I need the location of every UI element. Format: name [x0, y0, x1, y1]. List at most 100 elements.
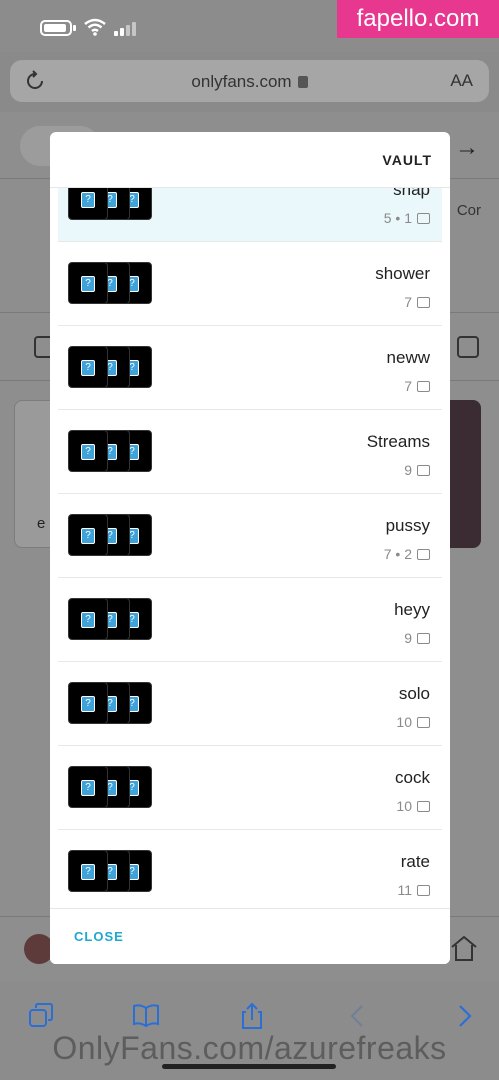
vault-list[interactable]: ??? snap 5 • 1??? shower 7??? neww 7??? Streams…	[50, 188, 450, 908]
address-bar[interactable]: onlyfans.com AA	[10, 60, 489, 102]
background-card-label: e	[37, 515, 46, 532]
media-thumbnail: ?	[68, 514, 108, 556]
vault-item-meta: 7	[404, 378, 430, 394]
placeholder-image-icon: ?	[81, 528, 95, 544]
vault-item-meta: 9	[404, 462, 430, 478]
vault-item-count: 11	[397, 882, 412, 898]
media-thumbnail: ?	[68, 598, 108, 640]
media-thumbnail: ?	[68, 188, 108, 220]
text-size-button[interactable]: AA	[450, 71, 473, 91]
bookmarks-icon[interactable]	[132, 1002, 160, 1030]
vault-item-name: rate	[400, 852, 430, 871]
back-icon[interactable]	[344, 1002, 372, 1030]
vault-item-count: 7 • 2	[383, 546, 412, 562]
vault-item-name: Streams	[366, 432, 430, 451]
home-icon	[451, 935, 477, 961]
modal-header: VAULT	[50, 132, 450, 188]
video-count-icon	[417, 884, 430, 896]
lock-icon	[297, 76, 308, 88]
video-count-icon	[417, 716, 430, 728]
placeholder-image-icon: ?	[81, 276, 95, 292]
video-count-icon	[417, 296, 430, 308]
vault-item-name: cock	[395, 768, 430, 787]
vault-item-count: 5 • 1	[383, 210, 412, 226]
video-count-icon	[417, 548, 430, 560]
vault-item-count: 10	[396, 714, 412, 730]
video-count-icon	[417, 800, 430, 812]
vault-item[interactable]: ??? cock 10	[58, 746, 442, 830]
thumbnail-stack: ???	[68, 346, 154, 388]
thumbnail-stack: ???	[68, 766, 154, 808]
video-count-icon	[417, 464, 430, 476]
home-indicator	[162, 1064, 336, 1069]
video-count-icon	[417, 632, 430, 644]
thumbnail-stack: ???	[68, 598, 154, 640]
url-text[interactable]: onlyfans.com	[10, 72, 489, 92]
media-thumbnail: ?	[68, 262, 108, 304]
vault-item[interactable]: ??? pussy 7 • 2	[58, 494, 442, 578]
vault-item[interactable]: ??? rate 11	[58, 830, 442, 908]
url-label: onlyfans.com	[191, 72, 292, 91]
background-icon	[457, 336, 479, 358]
thumbnail-stack: ???	[68, 430, 154, 472]
vault-item[interactable]: ??? neww 7	[58, 326, 442, 410]
vault-item[interactable]: ??? Streams 9	[58, 410, 442, 494]
media-thumbnail: ?	[68, 850, 108, 892]
share-icon[interactable]	[238, 1002, 266, 1030]
vault-item-name: snap	[393, 188, 430, 199]
thumbnail-stack: ???	[68, 188, 154, 220]
vault-item-meta: 7 • 2	[384, 546, 430, 562]
placeholder-image-icon: ?	[81, 612, 95, 628]
vault-item-meta: 10	[396, 714, 430, 730]
modal-footer: CLOSE	[50, 908, 450, 964]
vault-item-count: 9	[404, 630, 412, 646]
thumbnail-stack: ???	[68, 682, 154, 724]
vault-item-name: heyy	[394, 600, 430, 619]
status-bar: fapello.com	[0, 0, 499, 52]
thumbnail-stack: ???	[68, 262, 154, 304]
placeholder-image-icon: ?	[81, 696, 95, 712]
placeholder-image-icon: ?	[81, 780, 95, 796]
vault-item-name: solo	[398, 684, 430, 703]
vault-item-meta: 9	[404, 630, 430, 646]
forward-arrow-icon: →	[455, 134, 479, 161]
vault-item-meta: 7	[404, 294, 430, 310]
vault-item[interactable]: ??? solo 10	[58, 662, 442, 746]
signal-icon	[114, 20, 136, 36]
placeholder-image-icon: ?	[81, 444, 95, 460]
vault-item-meta: 11	[397, 882, 430, 898]
vault-modal: VAULT ??? snap 5 • 1??? shower 7??? neww 7??? S…	[50, 132, 450, 964]
vault-item-meta: 5 • 1	[384, 210, 430, 226]
vault-item-meta: 10	[396, 798, 430, 814]
thumbnail-stack: ???	[68, 514, 154, 556]
tabs-icon[interactable]	[28, 1002, 56, 1030]
vault-item-count: 7	[404, 294, 412, 310]
vault-item-count: 10	[396, 798, 412, 814]
vault-item-name: neww	[386, 348, 430, 367]
placeholder-image-icon: ?	[81, 360, 95, 376]
vault-item[interactable]: ??? snap 5 • 1	[58, 188, 442, 242]
watermark-bottom: OnlyFans.com/azurefreaks	[52, 1030, 447, 1066]
media-thumbnail: ?	[68, 430, 108, 472]
vault-item-count: 9	[404, 462, 412, 478]
placeholder-image-icon: ?	[81, 192, 95, 208]
placeholder-image-icon: ?	[81, 864, 95, 880]
vault-item-name: shower	[375, 264, 430, 283]
video-count-icon	[417, 212, 430, 224]
media-thumbnail: ?	[68, 766, 108, 808]
thumbnail-stack: ???	[68, 850, 154, 892]
wifi-icon	[84, 18, 106, 36]
modal-title: VAULT	[382, 152, 432, 168]
watermark-top: fapello.com	[337, 0, 499, 38]
video-count-icon	[417, 380, 430, 392]
close-button[interactable]: CLOSE	[74, 929, 124, 944]
vault-item[interactable]: ??? heyy 9	[58, 578, 442, 662]
forward-icon[interactable]	[450, 1002, 478, 1030]
battery-icon	[40, 20, 76, 36]
vault-item-name: pussy	[385, 516, 430, 535]
media-thumbnail: ?	[68, 346, 108, 388]
vault-item-count: 7	[404, 378, 412, 394]
media-thumbnail: ?	[68, 682, 108, 724]
vault-item[interactable]: ??? shower 7	[58, 242, 442, 326]
background-text: Cor	[456, 202, 481, 219]
